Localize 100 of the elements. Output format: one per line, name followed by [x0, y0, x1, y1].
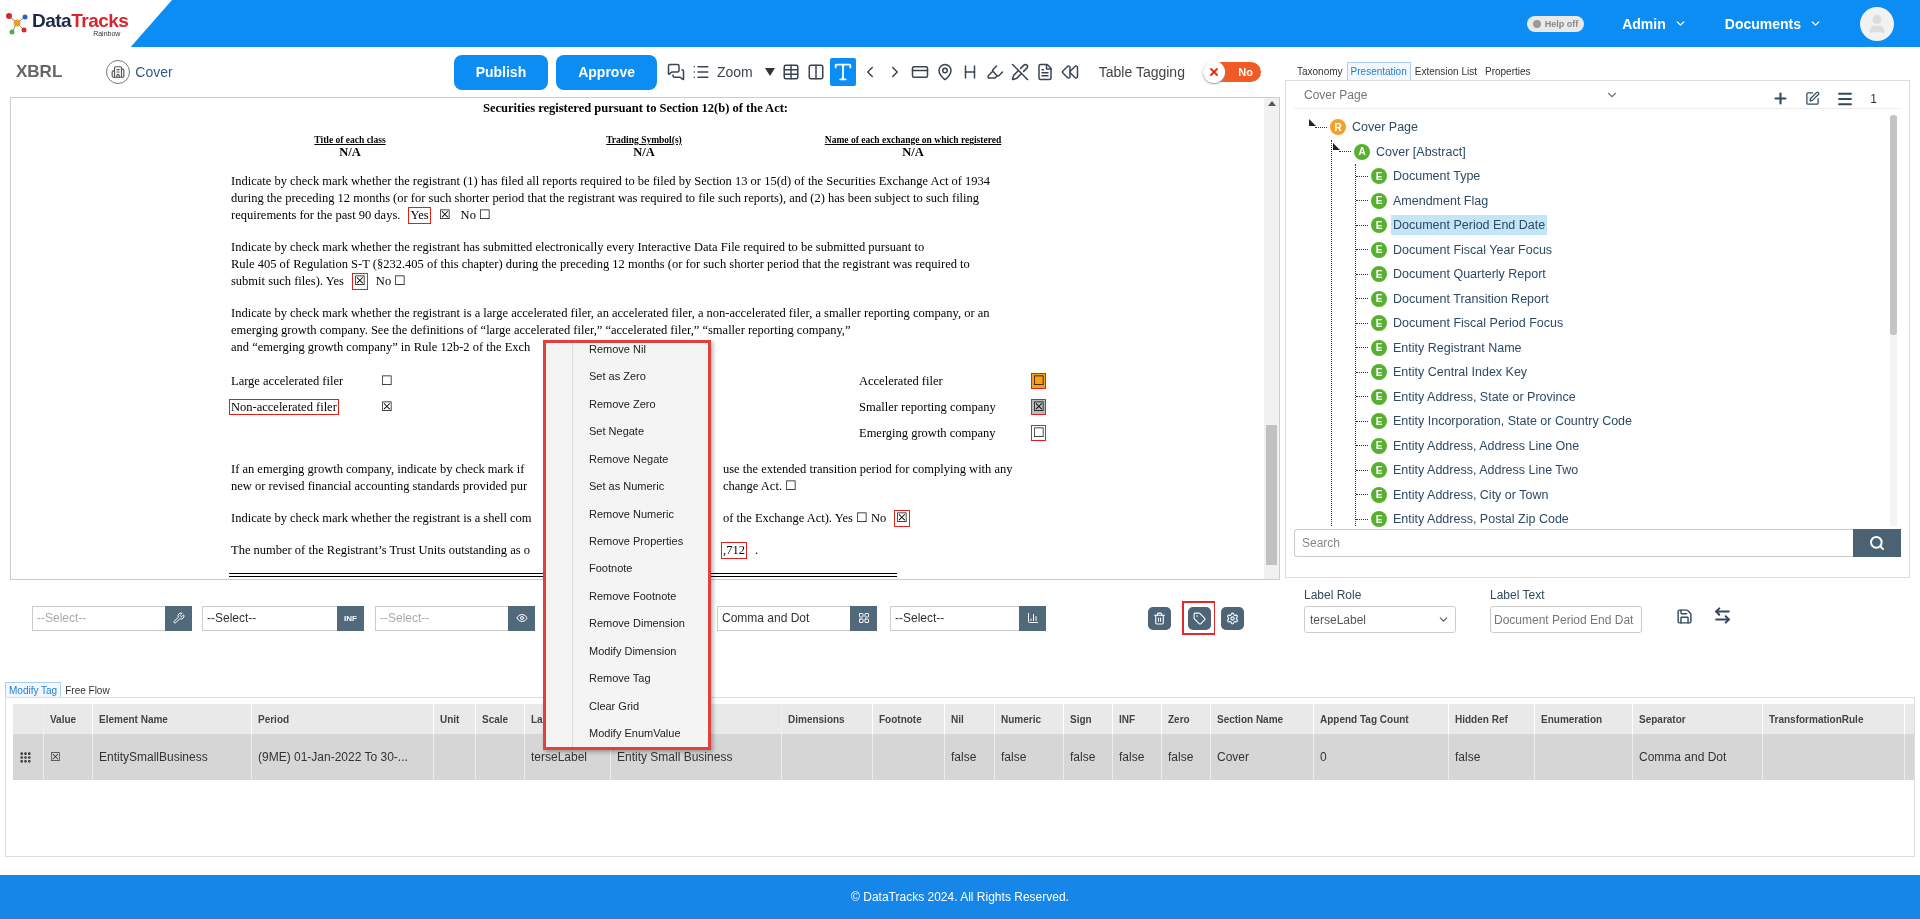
- panel-tab[interactable]: Properties: [1481, 62, 1535, 80]
- document-text: .: [753, 542, 759, 559]
- save-button[interactable]: [1676, 608, 1693, 625]
- filer-label: Non-accelerated filer: [229, 398, 339, 415]
- scrollbar[interactable]: [1264, 98, 1279, 579]
- tree-item[interactable]: Entity Address, City or Town: [1391, 484, 1551, 505]
- tree-item[interactable]: Cover Page: [1350, 117, 1420, 138]
- node-badge: E: [1371, 315, 1387, 332]
- tree-item[interactable]: Entity Incorporation, State or Country Code: [1391, 411, 1634, 432]
- tree-item[interactable]: Entity Address, Address Line One: [1391, 435, 1582, 456]
- checkbox[interactable]: ☒: [1031, 399, 1046, 415]
- tree-item[interactable]: Document Quarterly Report: [1391, 264, 1548, 285]
- label-role-select[interactable]: terseLabel: [1304, 606, 1456, 633]
- select-field[interactable]: Comma and Dot: [717, 605, 850, 631]
- tagged-text[interactable]: ☒: [351, 273, 368, 290]
- menu-item[interactable]: Remove Negate: [589, 444, 685, 473]
- role-select[interactable]: Cover Page: [1294, 87, 1619, 102]
- table-cell: false: [1449, 734, 1535, 780]
- section-link[interactable]: Cover: [106, 60, 173, 84]
- menu-item[interactable]: Set as Numeric: [589, 472, 685, 500]
- table-cell: false: [1113, 734, 1162, 780]
- menu-item[interactable]: Remove Tag: [589, 664, 685, 693]
- select-field[interactable]: --Select--: [890, 605, 1019, 631]
- document-text: If an emerging growth company, indicate by check mark if: [230, 461, 526, 478]
- select-field[interactable]: --Select--: [202, 605, 337, 631]
- menu-item[interactable]: Remove Numeric: [589, 499, 685, 528]
- document-text: requirements for the past 90 days.: [230, 207, 402, 224]
- collapse-icon[interactable]: [1332, 142, 1341, 152]
- tree-item[interactable]: Entity Central Index Key: [1391, 362, 1530, 383]
- tree-item[interactable]: Entity Address, Address Line Two: [1391, 460, 1581, 481]
- field-label: Label Role: [1304, 588, 1363, 602]
- table-cell: 0: [1314, 734, 1449, 780]
- table-cell: false: [945, 734, 995, 780]
- node-badge: A: [1354, 143, 1370, 160]
- search-icon: [1869, 535, 1885, 551]
- zoom-dropdown[interactable]: Zoom: [715, 58, 777, 86]
- menu-item[interactable]: Remove Zero: [589, 389, 685, 418]
- search-button[interactable]: [1853, 529, 1901, 557]
- scrollbar[interactable]: [1890, 115, 1897, 527]
- tree-item[interactable]: Entity Registrant Name: [1391, 337, 1524, 358]
- document-text: and “emerging growth company” in Rule 12b-2 of the Exch: [230, 339, 532, 356]
- tree-item[interactable]: Document Transition Report: [1391, 288, 1551, 309]
- menu-item[interactable]: Set as Zero: [589, 362, 685, 390]
- tree-item[interactable]: Cover [Abstract]: [1374, 141, 1468, 162]
- node-badge: E: [1371, 486, 1387, 503]
- add-icon[interactable]: [1772, 90, 1790, 107]
- inf-button[interactable]: INF: [337, 605, 364, 631]
- swap-button[interactable]: [1713, 606, 1732, 625]
- drag-handle-icon[interactable]: [19, 750, 32, 764]
- search-field[interactable]: Search: [1294, 529, 1853, 557]
- document-text: use the extended transition period for complying with any: [722, 461, 1014, 478]
- tree-item[interactable]: Document Fiscal Year Focus: [1391, 239, 1555, 260]
- tree-item[interactable]: Amendment Flag: [1391, 190, 1491, 211]
- grid-tab[interactable]: Free Flow: [61, 682, 114, 697]
- menu-item[interactable]: Modify Dimension: [589, 637, 685, 665]
- tree-item[interactable]: Entity Address, State or Province: [1391, 386, 1578, 407]
- field-button[interactable]: [850, 605, 877, 631]
- document-heading: Securities registered pursuant to Section 12(b) of the Act:: [481, 101, 790, 116]
- node-badge: R: [1330, 119, 1346, 136]
- checkbox[interactable]: ☐: [1031, 425, 1046, 441]
- checkbox[interactable]: ☒: [379, 399, 394, 415]
- checkbox[interactable]: ☐: [379, 373, 394, 389]
- node-badge: E: [1371, 511, 1387, 527]
- table-cell: false: [1162, 734, 1211, 780]
- checkbox[interactable]: ☐: [1031, 373, 1046, 389]
- menu-item[interactable]: Remove Footnote: [589, 582, 685, 610]
- field-button[interactable]: [1019, 605, 1046, 631]
- field-button[interactable]: [508, 605, 535, 631]
- menu-item[interactable]: Set Negate: [589, 417, 685, 445]
- tag-button[interactable]: [1182, 601, 1216, 635]
- menu-item[interactable]: Clear Grid: [589, 692, 685, 720]
- tagged-text[interactable]: ☒: [894, 510, 911, 527]
- document-text: Rule 405 of Regulation S-T (§232.405 of this chapter) during the preceding 12 months (or for such shorter period that the registrant was required to: [230, 256, 971, 273]
- chart-icon: [1026, 612, 1039, 624]
- label-text-field[interactable]: Document Period End Dat: [1490, 606, 1642, 633]
- collapse-icon[interactable]: [1308, 117, 1317, 127]
- edit-icon[interactable]: [1805, 91, 1821, 106]
- grid-tab[interactable]: Modify Tag: [5, 682, 62, 697]
- tree-item[interactable]: Entity Address, Postal Zip Code: [1391, 509, 1571, 527]
- document-text: Indicate by check mark whether the registrant (1) has filed all reports required to be filed by Section 13 or 15(d) of the Securities Exchange Act of 1934: [230, 173, 992, 190]
- tree-item[interactable]: Document Type: [1391, 166, 1483, 187]
- column-value: N/A: [633, 146, 655, 158]
- panel-tab[interactable]: Presentation: [1346, 62, 1411, 80]
- tree-item[interactable]: Document Fiscal Period Focus: [1391, 313, 1566, 334]
- document-text: Indicate by check mark whether the registrant is a shell com: [230, 510, 533, 527]
- menu-item[interactable]: Remove Dimension: [589, 609, 685, 638]
- document-text: change Act. ☐: [722, 478, 799, 495]
- table-cell: Cover: [1211, 734, 1314, 780]
- tag-icon: [1192, 611, 1206, 625]
- filer-label: Smaller reporting company: [858, 398, 997, 415]
- menu-item[interactable]: Footnote: [589, 554, 685, 583]
- count-label: 1: [1870, 91, 1877, 106]
- tagged-text[interactable]: ,712: [721, 542, 747, 559]
- panel-tab[interactable]: Taxonomy: [1293, 62, 1347, 80]
- menu-item[interactable]: Remove Properties: [589, 527, 685, 555]
- field-button[interactable]: [165, 605, 192, 631]
- avatar[interactable]: [1860, 6, 1894, 41]
- tree-item[interactable]: Document Period End Date: [1391, 215, 1548, 236]
- tagged-text[interactable]: Yes: [408, 207, 431, 224]
- panel-tab[interactable]: Extension List: [1410, 62, 1481, 80]
